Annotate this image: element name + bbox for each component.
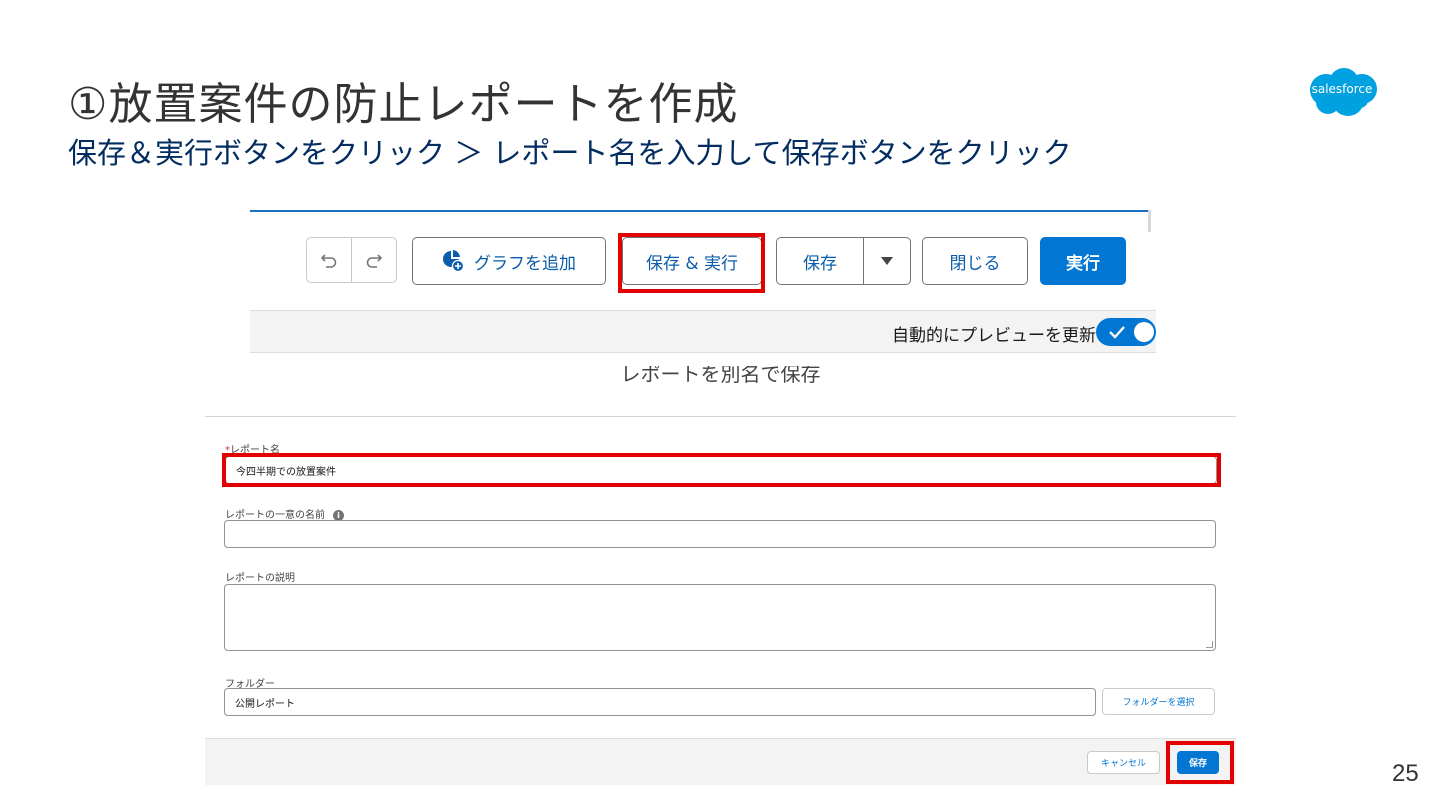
toggle-knob	[1134, 322, 1154, 342]
save-label: 保存	[803, 253, 837, 274]
slide-subtitle: 保存＆実行ボタンをクリック ＞ レポート名を入力して保存ボタンをクリック	[68, 136, 1072, 170]
triangle-down-icon	[881, 257, 893, 265]
description-label: レポートの説明	[225, 573, 295, 584]
auto-preview-toggle[interactable]	[1096, 318, 1156, 346]
undo-icon	[320, 254, 337, 268]
unique-name-label: レポートの一意の名前 i	[225, 506, 344, 521]
folder-input[interactable]: 公開レポート	[224, 688, 1096, 716]
save-menu-button[interactable]	[863, 237, 911, 285]
info-icon[interactable]: i	[333, 509, 344, 521]
add-chart-label: グラフを追加	[474, 253, 576, 274]
dialog-title: レポートを別名で保存	[620, 366, 821, 386]
undo-button[interactable]	[306, 237, 352, 283]
run-button[interactable]: 実行	[1040, 237, 1126, 285]
chart-add-icon	[443, 250, 464, 272]
folder-value: 公開レポート	[235, 698, 295, 710]
header-line	[250, 210, 1148, 212]
unique-name-input[interactable]	[224, 520, 1216, 548]
check-icon	[1109, 326, 1125, 339]
resize-handle[interactable]	[1206, 641, 1213, 648]
save-as-dialog-screenshot: レポートを別名で保存 *レポート名 今四半期での放置案件 レポートの一意の名前 i…	[205, 366, 1236, 785]
select-folder-button[interactable]: フォルダーを選択	[1102, 688, 1215, 715]
scrollbar-edge	[1148, 210, 1151, 232]
salesforce-logo: salesforce	[1304, 66, 1380, 118]
preview-bar: 自動的にプレビューを更新	[250, 310, 1156, 353]
auto-preview-label: 自動的にプレビューを更新	[892, 326, 1096, 346]
slide-title: ①放置案件の防止レポートを作成	[68, 79, 739, 130]
highlight-save-and-run	[618, 233, 765, 293]
redo-button[interactable]	[351, 237, 397, 283]
page-number: 25	[1392, 760, 1419, 787]
highlight-dialog-save	[1166, 741, 1234, 784]
close-button[interactable]: 閉じる	[922, 237, 1028, 285]
logo-text: salesforce	[1311, 82, 1373, 96]
cancel-button[interactable]: キャンセル	[1087, 751, 1160, 774]
highlight-report-name	[222, 453, 1221, 487]
add-chart-button[interactable]: グラフを追加	[412, 237, 606, 285]
dialog-divider	[205, 416, 1236, 417]
description-textarea[interactable]	[224, 584, 1216, 651]
run-label: 実行	[1066, 253, 1100, 274]
redo-icon	[366, 254, 383, 268]
dialog-footer: キャンセル 保存	[205, 738, 1236, 785]
save-button[interactable]: 保存	[776, 237, 864, 285]
close-label: 閉じる	[949, 253, 1001, 274]
